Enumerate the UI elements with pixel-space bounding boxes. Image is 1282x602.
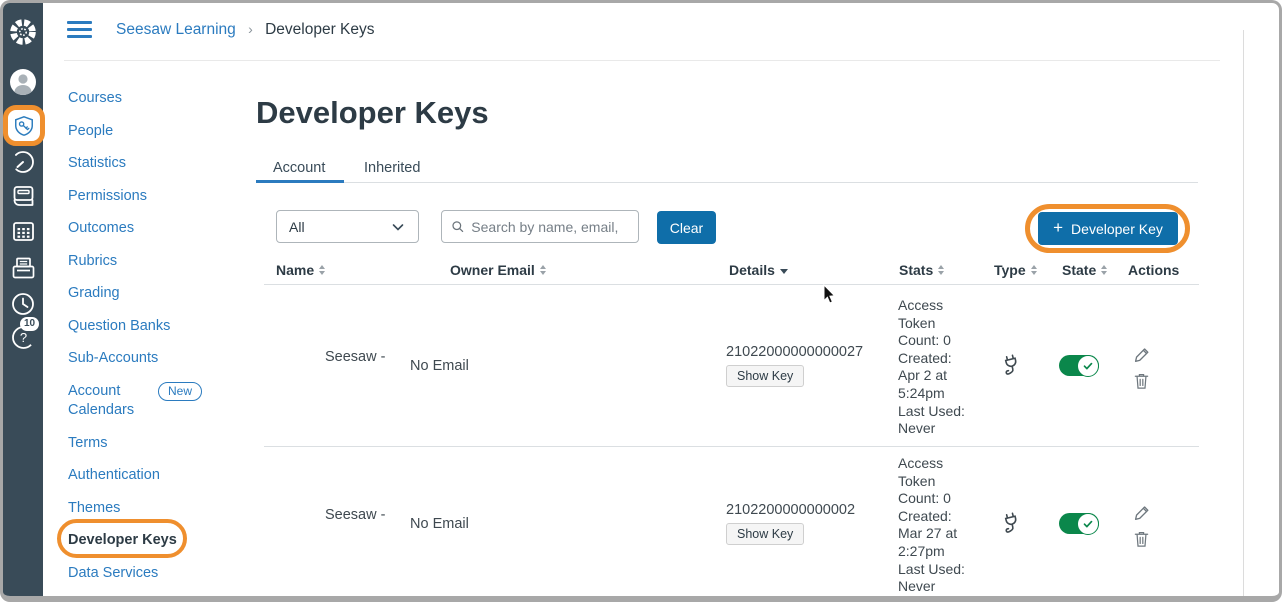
state-toggle-on[interactable] (1059, 513, 1099, 534)
search-box (441, 210, 639, 243)
toggle-knob (1077, 355, 1099, 377)
key-stats: Access Token Count: 0 Created: Mar 27 at… (898, 455, 988, 596)
column-header-owner-email[interactable]: Owner Email (450, 262, 546, 278)
plug-icon (999, 353, 1023, 379)
sort-icon (1031, 265, 1037, 275)
owner-email: No Email (410, 516, 469, 532)
dashboard-gauge-icon[interactable] (3, 149, 43, 175)
user-avatar-icon[interactable] (3, 67, 43, 97)
subnav-item-courses[interactable]: Courses (68, 89, 218, 109)
breadcrumb: Seesaw Learning › Developer Keys (116, 21, 375, 39)
chevron-down-icon (390, 219, 406, 235)
sort-icon (319, 265, 325, 275)
show-key-button[interactable]: Show Key (726, 365, 804, 387)
search-input[interactable] (471, 219, 629, 235)
table-row: Seesaw - No Email 2102200000000002 Show … (3, 446, 1282, 597)
app-window: ? 10 Seesaw Learning › Developer Keys Co… (0, 0, 1282, 602)
sort-icon (540, 265, 546, 275)
key-name: Seesaw - (325, 349, 385, 365)
subnav-item-outcomes[interactable]: Outcomes (68, 219, 218, 239)
delete-trash-icon[interactable] (1133, 372, 1150, 390)
breadcrumb-separator: › (248, 21, 253, 37)
canvas-logo-icon[interactable] (3, 17, 43, 47)
show-key-button[interactable]: Show Key (726, 523, 804, 545)
sort-icon (1101, 265, 1107, 275)
key-type-filter-select[interactable]: All (276, 210, 419, 243)
canvas-logo-icon (8, 17, 38, 47)
column-header-name[interactable]: Name (276, 262, 325, 278)
subnav-item-people[interactable]: People (68, 122, 218, 142)
tab-account[interactable]: Account (273, 160, 325, 176)
page-title: Developer Keys (256, 95, 489, 131)
breadcrumb-account-link[interactable]: Seesaw Learning (116, 21, 236, 38)
subnav-item-statistics[interactable]: Statistics (68, 154, 218, 174)
column-header-actions: Actions (1128, 262, 1179, 278)
active-tab-underline (256, 180, 344, 183)
key-stats: Access Token Count: 0 Created: Apr 2 at … (898, 297, 988, 438)
admin-shield-icon (13, 115, 35, 137)
edit-pencil-icon[interactable] (1134, 346, 1151, 363)
column-header-stats[interactable]: Stats (899, 262, 944, 278)
add-developer-key-button[interactable]: + Developer Key (1038, 212, 1178, 245)
admin-nav-highlighted[interactable] (3, 105, 45, 146)
vertical-scrollbar[interactable] (1243, 30, 1244, 596)
subnav-item-rubrics[interactable]: Rubrics (68, 252, 218, 272)
sort-icon (938, 265, 944, 275)
plug-icon (999, 511, 1023, 537)
column-header-type[interactable]: Type (994, 262, 1037, 278)
key-id: 2102200000000002 (726, 502, 855, 518)
tab-inherited[interactable]: Inherited (364, 160, 420, 176)
breadcrumb-current: Developer Keys (265, 21, 374, 38)
key-type-filter-value: All (289, 219, 305, 235)
header-divider (64, 60, 1220, 61)
toggle-knob (1077, 513, 1099, 535)
inbox-tray-icon[interactable] (3, 254, 43, 283)
courses-book-icon[interactable] (3, 183, 43, 210)
tabs-divider (256, 182, 1198, 183)
column-header-details[interactable]: Details (729, 262, 788, 278)
clear-button[interactable]: Clear (657, 211, 716, 244)
table-row: Seesaw - No Email 21022000000000027 Show… (3, 284, 1282, 446)
column-header-state[interactable]: State (1062, 262, 1107, 278)
state-toggle-on[interactable] (1059, 355, 1099, 376)
sort-desc-icon (780, 269, 788, 274)
owner-email: No Email (410, 358, 469, 374)
hamburger-menu-icon[interactable] (67, 21, 92, 38)
edit-pencil-icon[interactable] (1134, 504, 1151, 521)
key-name: Seesaw - (325, 507, 385, 523)
subnav-item-permissions[interactable]: Permissions (68, 187, 218, 207)
plus-icon: + (1053, 218, 1063, 238)
delete-trash-icon[interactable] (1133, 530, 1150, 548)
key-id: 21022000000000027 (726, 344, 863, 360)
calendar-icon[interactable] (3, 218, 43, 245)
search-icon (451, 219, 464, 234)
